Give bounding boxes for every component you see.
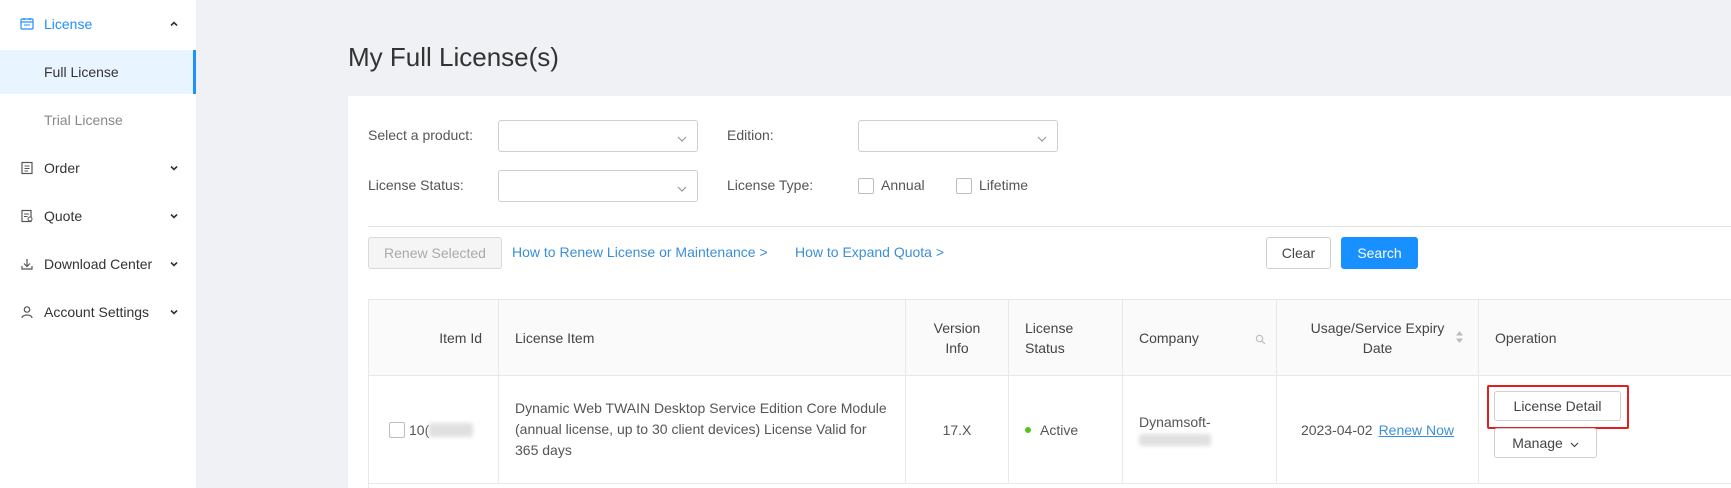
chevron-down-icon [1037,131,1047,142]
chevron-down-icon [168,306,180,318]
sidebar-item-label: Full License [44,64,119,80]
column-header-label: License Item [515,329,595,346]
lifetime-label: Lifetime [979,177,1029,193]
annual-label: Annual [881,177,925,193]
search-button[interactable]: Search [1341,237,1418,269]
edition-select[interactable] [858,120,1058,152]
edition-label: Edition: [727,127,774,143]
column-header-label: Operation [1495,329,1557,346]
redacted-text [429,422,474,437]
column-header-license-item: License Item [499,300,906,376]
sidebar-item-download-center[interactable]: Download Center [0,242,196,286]
column-header-label: License Status [1025,319,1074,356]
table-cell-license-item: Dynamic Web TWAIN Desktop Service Editio… [499,376,906,484]
table-cell-operation: License Detail Manage [1479,376,1731,484]
product-select[interactable] [498,120,698,152]
how-to-expand-link[interactable]: How to Expand Quota > [795,244,944,260]
table-cell-item-id: 10( [369,376,499,484]
sort-icon[interactable] [1455,330,1464,347]
license-status-value: Active [1040,421,1079,438]
license-detail-button[interactable]: License Detail [1494,391,1621,421]
chevron-down-icon [677,181,687,192]
table-row [369,484,1731,488]
chevron-up-icon [168,18,180,30]
clear-button[interactable]: Clear [1266,237,1331,269]
table-cell-license-status: Active [1009,376,1123,484]
sidebar-item-license[interactable]: License [0,2,196,46]
sidebar-item-account-settings[interactable]: Account Settings [0,290,196,334]
manage-label: Manage [1512,435,1563,451]
column-header-label: Item Id [439,329,482,346]
column-header-item-id: Item Id [369,300,499,376]
column-header-operation: Operation [1479,300,1731,376]
column-header-usage-expiry[interactable]: Usage/Service Expiry Date [1277,300,1479,376]
product-label: Select a product: [368,127,474,143]
license-item-value: Dynamic Web TWAIN Desktop Service Editio… [515,400,887,458]
license-status-select[interactable] [498,170,698,202]
lifetime-checkbox[interactable] [956,178,972,194]
renew-now-link[interactable]: Renew Now [1379,422,1454,438]
license-panel: Select a product: Edition: License Statu… [348,96,1731,488]
page-title: My Full License(s) [348,42,559,72]
column-header-label: Company [1139,329,1199,346]
active-indicator [193,50,196,94]
table-cell-usage-expiry: 2023-04-02 Renew Now [1277,376,1479,484]
how-to-renew-link[interactable]: How to Renew License or Maintenance > [512,244,768,260]
license-table: Item Id License Item Version Info Licens… [368,299,1731,488]
row-checkbox[interactable] [389,421,405,438]
chevron-down-icon [168,162,180,174]
license-icon [20,17,34,31]
column-header-label: Version Info [933,319,981,356]
chevron-down-icon [1570,436,1579,452]
license-status-label: License Status: [368,177,464,193]
expiry-date-value: 2023-04-02 [1300,421,1373,438]
annual-checkbox[interactable] [858,178,874,194]
sidebar-item-trial-license[interactable]: Trial License [0,98,196,142]
item-id-value: 10( [409,421,430,438]
sidebar-item-label: Download Center [44,256,153,272]
version-info-value: 17.X [942,421,972,438]
license-type-label: License Type: [727,177,814,193]
chevron-down-icon [168,258,180,270]
column-header-license-status: License Status [1009,300,1123,376]
sidebar-item-quote[interactable]: Quote [0,194,196,238]
sidebar-item-label: Quote [44,208,83,224]
sidebar: License Full License Trial License Order… [0,0,196,488]
sidebar-item-order[interactable]: Order [0,146,196,190]
user-icon [20,305,34,319]
renew-selected-button[interactable]: Renew Selected [368,237,502,269]
order-icon [20,161,34,175]
sidebar-item-label: Order [44,160,80,176]
status-dot [1025,426,1031,433]
company-value: Dynamsoft- [1139,413,1211,430]
sidebar-item-full-license[interactable]: Full License [0,50,196,94]
redacted-text [1139,433,1211,446]
divider [368,226,1731,227]
sidebar-item-label: License [44,16,93,32]
sidebar-item-label: Trial License [44,112,123,128]
table-cell-company: Dynamsoft- [1123,376,1277,484]
search-icon[interactable] [1255,332,1266,348]
table-cell-version-info: 17.X [906,376,1009,484]
column-header-label: Usage/Service Expiry Date [1310,319,1445,356]
download-icon [20,257,34,271]
chevron-down-icon [677,131,687,142]
sidebar-item-label: Account Settings [44,304,150,320]
chevron-down-icon [168,210,180,222]
column-header-version-info: Version Info [906,300,1009,376]
quote-icon [20,209,34,223]
column-header-company[interactable]: Company [1123,300,1277,376]
manage-button[interactable]: Manage [1494,428,1597,458]
